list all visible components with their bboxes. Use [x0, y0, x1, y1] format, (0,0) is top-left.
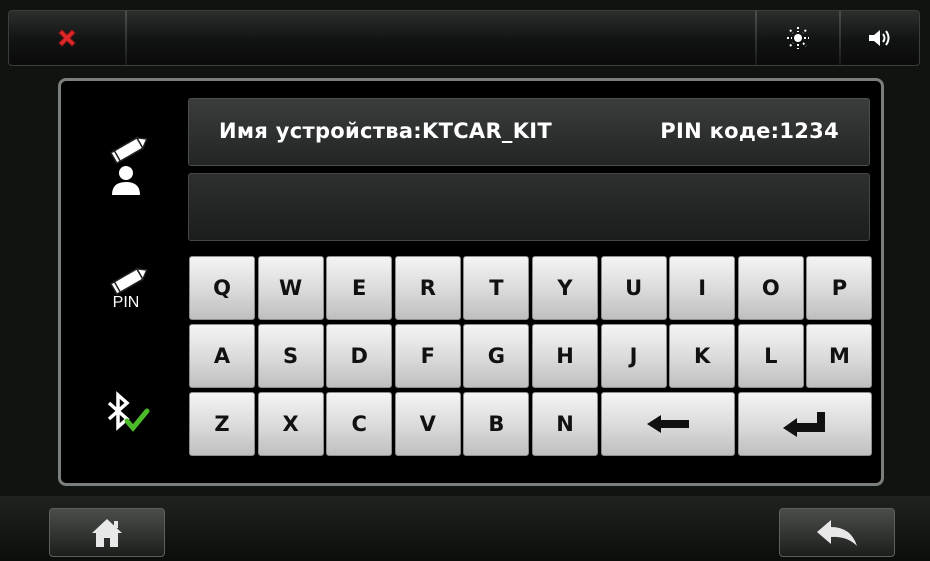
backspace-arrow-icon: [646, 415, 689, 433]
key-v[interactable]: V: [394, 392, 461, 456]
close-icon: [58, 29, 76, 47]
key-e[interactable]: E: [326, 256, 393, 320]
back-arrow-icon: [817, 519, 857, 546]
key-j[interactable]: J: [600, 324, 667, 388]
key-h[interactable]: H: [532, 324, 598, 388]
key-y[interactable]: Y: [532, 256, 598, 320]
key-a[interactable]: A: [189, 324, 255, 388]
bottom-bar: [0, 496, 930, 561]
key-t[interactable]: T: [463, 256, 530, 320]
separator: [125, 11, 127, 65]
device-name-text: Имя устройства:KTCAR_KIT: [219, 119, 553, 143]
enter-key[interactable]: [737, 392, 873, 456]
key-p[interactable]: P: [806, 256, 873, 320]
brightness-button[interactable]: [757, 11, 839, 65]
bluetooth-check-icon: [107, 391, 150, 432]
brightness-icon: [787, 27, 809, 49]
key-b[interactable]: B: [463, 392, 530, 456]
key-u[interactable]: U: [600, 256, 667, 320]
key-i[interactable]: I: [669, 256, 736, 320]
key-l[interactable]: L: [737, 324, 804, 388]
enter-arrow-icon: [783, 412, 826, 437]
top-bar: [8, 10, 920, 66]
edit-pin-icon: [109, 267, 148, 296]
home-icon: [92, 518, 122, 547]
text-input-field[interactable]: [188, 173, 870, 241]
device-info-bar: Имя устройства:KTCAR_KIT PIN коде:1234: [188, 98, 870, 166]
edit-user-icon: [109, 136, 148, 195]
key-c[interactable]: C: [326, 392, 393, 456]
key-w[interactable]: W: [257, 256, 324, 320]
home-button[interactable]: [49, 508, 165, 557]
key-m[interactable]: M: [806, 324, 873, 388]
key-q[interactable]: Q: [189, 256, 255, 320]
key-x[interactable]: X: [257, 392, 324, 456]
key-f[interactable]: F: [394, 324, 461, 388]
key-z[interactable]: Z: [189, 392, 255, 456]
bluetooth-confirm-button[interactable]: [96, 382, 156, 444]
key-g[interactable]: G: [463, 324, 530, 388]
backspace-key[interactable]: [600, 392, 736, 456]
key-r[interactable]: R: [394, 256, 461, 320]
key-n[interactable]: N: [532, 392, 598, 456]
key-k[interactable]: K: [669, 324, 736, 388]
pin-label: PIN: [112, 294, 140, 311]
volume-icon: [869, 30, 890, 46]
close-button[interactable]: [9, 11, 125, 65]
key-o[interactable]: O: [737, 256, 804, 320]
back-button[interactable]: [779, 508, 895, 557]
edit-device-name-button[interactable]: [96, 125, 156, 205]
edit-pin-button[interactable]: PIN: [96, 256, 156, 320]
pin-code-text: PIN коде:1234: [660, 119, 839, 143]
volume-button[interactable]: [841, 11, 919, 65]
key-d[interactable]: D: [326, 324, 393, 388]
key-s[interactable]: S: [257, 324, 324, 388]
